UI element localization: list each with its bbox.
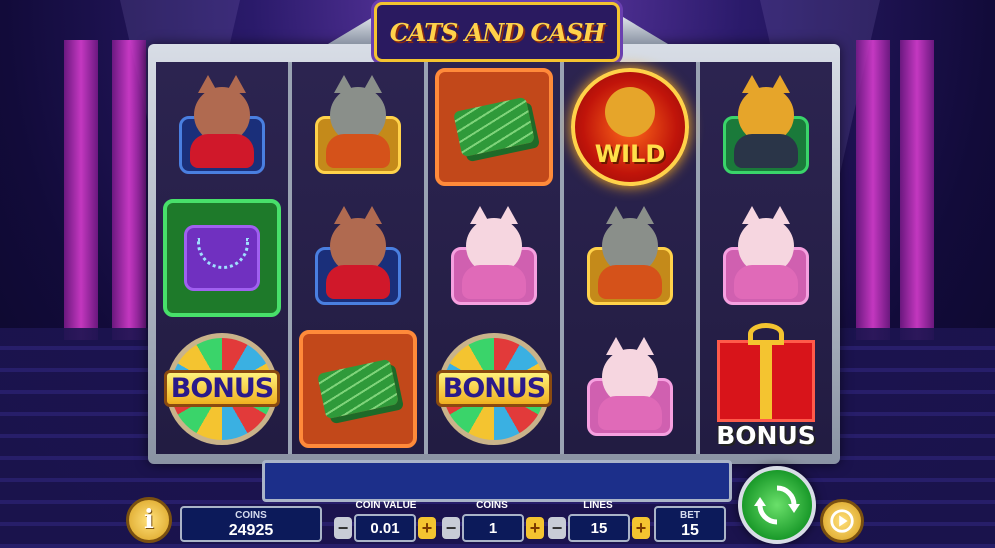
coins-bet-display: 1 bbox=[462, 514, 524, 542]
bet-label: BET bbox=[680, 510, 700, 521]
reel-4: WILD bbox=[564, 62, 696, 454]
lines-minus-button[interactable]: − bbox=[548, 517, 566, 539]
coin-value-plus-button[interactable]: + bbox=[418, 517, 436, 539]
reel-cell: BONUS bbox=[700, 322, 832, 454]
lady-cat-symbol bbox=[303, 203, 413, 313]
coins-bet-label: COINS bbox=[476, 500, 508, 511]
reel-cell bbox=[292, 62, 424, 193]
fluffy-cat-symbol bbox=[575, 334, 685, 444]
bet-value: 15 bbox=[681, 522, 699, 539]
info-icon: i bbox=[144, 505, 154, 535]
cash-stack-symbol bbox=[299, 329, 417, 448]
reel-cell bbox=[428, 193, 560, 324]
coin-value-display: 0.01 bbox=[354, 514, 416, 542]
reel-cell bbox=[428, 62, 560, 193]
coins-balance-value: 24925 bbox=[228, 522, 274, 539]
coins-balance-label: COINS bbox=[235, 510, 267, 521]
coins-bet-minus-button[interactable]: − bbox=[442, 517, 460, 539]
bonus-label: BONUS bbox=[435, 370, 553, 408]
reel-cell: BONUS bbox=[156, 323, 288, 454]
reels-grid: BONUS BONUS WILD BONUS bbox=[156, 62, 832, 454]
fluffy-cat-symbol bbox=[711, 203, 821, 313]
spin-button[interactable] bbox=[738, 466, 816, 544]
wild-cat-symbol: WILD bbox=[571, 68, 689, 187]
reel-cell bbox=[564, 193, 696, 324]
lines-display: 15 bbox=[568, 514, 630, 542]
reel-cell bbox=[292, 323, 424, 454]
reel-cell bbox=[156, 62, 288, 193]
reel-2 bbox=[292, 62, 424, 454]
lady-cat-symbol bbox=[167, 72, 277, 182]
reel-cell bbox=[564, 323, 696, 454]
fluffy-cat-symbol bbox=[439, 203, 549, 313]
reel-cell bbox=[700, 193, 832, 324]
autoplay-button[interactable] bbox=[820, 499, 864, 543]
lines-plus-button[interactable]: + bbox=[632, 517, 650, 539]
coins-balance-panel: COINS 24925 bbox=[180, 506, 322, 542]
info-button[interactable]: i bbox=[126, 497, 172, 543]
jewel-bag-symbol bbox=[163, 199, 281, 317]
coin-value-minus-button[interactable]: − bbox=[334, 517, 352, 539]
reel-5: BONUS bbox=[700, 62, 832, 454]
reel-1: BONUS bbox=[156, 62, 288, 454]
boss-cat-symbol bbox=[303, 72, 413, 182]
reel-3: BONUS bbox=[428, 62, 560, 454]
autoplay-icon bbox=[830, 509, 854, 533]
tiger-cat-symbol bbox=[711, 72, 821, 182]
bonus-label: BONUS bbox=[716, 421, 816, 451]
bonus-label: BONUS bbox=[163, 370, 281, 408]
gift-box-symbol bbox=[717, 322, 815, 422]
wild-label: WILD bbox=[594, 140, 666, 169]
game-logo: CATS AND CASH bbox=[374, 2, 620, 62]
reel-cell: WILD bbox=[564, 62, 696, 193]
boss-cat-symbol bbox=[575, 203, 685, 313]
logo-wing-right bbox=[618, 14, 668, 44]
reel-cell bbox=[292, 193, 424, 324]
bet-panel: BET 15 bbox=[654, 506, 726, 542]
game-title: CATS AND CASH bbox=[389, 17, 605, 47]
lines-label: LINES bbox=[583, 500, 613, 511]
cash-stack-symbol bbox=[435, 68, 553, 187]
reel-cell bbox=[700, 62, 832, 193]
reel-cell: BONUS bbox=[428, 323, 560, 454]
message-bar bbox=[262, 460, 732, 502]
coins-bet-plus-button[interactable]: + bbox=[526, 517, 544, 539]
reel-cell bbox=[156, 193, 288, 324]
spin-arrows-icon bbox=[754, 485, 800, 525]
logo-wing-left bbox=[328, 14, 378, 44]
coin-value-label: COIN VALUE bbox=[355, 500, 417, 511]
